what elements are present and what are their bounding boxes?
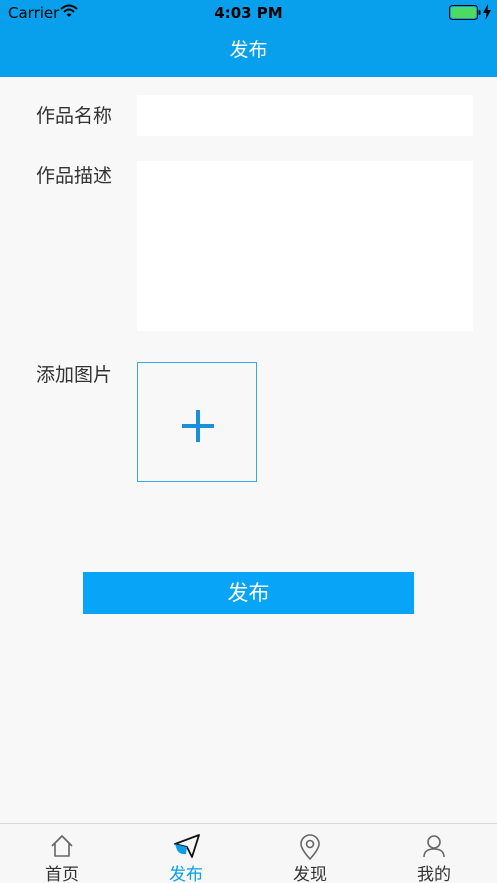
tab-home-label: 首页 [45,865,79,883]
battery-icon [449,5,481,20]
location-pin-icon [300,834,320,860]
status-time: 4:03 PM [214,4,283,22]
name-label: 作品名称 [36,105,113,127]
description-textarea[interactable] [137,161,473,331]
plus-icon [182,410,214,442]
description-label: 作品描述 [36,165,113,187]
tab-publish-label: 发布 [169,865,203,883]
name-input[interactable] [137,95,473,136]
charging-icon [483,4,491,20]
user-icon [423,835,445,858]
tab-mine[interactable]: 我的 [372,824,496,883]
nav-bar: 发布 [0,26,497,77]
page-title: 发布 [229,39,268,61]
status-bar: Carrier 4:03 PM [0,0,497,26]
tab-mine-label: 我的 [417,865,451,883]
tab-publish[interactable]: 发布 [124,824,248,883]
paper-plane-icon [174,834,200,858]
tab-home[interactable]: 首页 [0,824,124,883]
tab-discover[interactable]: 发现 [248,824,372,883]
image-label: 添加图片 [36,364,113,386]
publish-button[interactable]: 发布 [83,572,414,614]
tab-discover-label: 发现 [293,865,327,883]
home-icon [51,835,73,857]
tab-bar: 首页 发布 发现 我的 [0,823,497,883]
add-image-button[interactable] [137,362,257,482]
